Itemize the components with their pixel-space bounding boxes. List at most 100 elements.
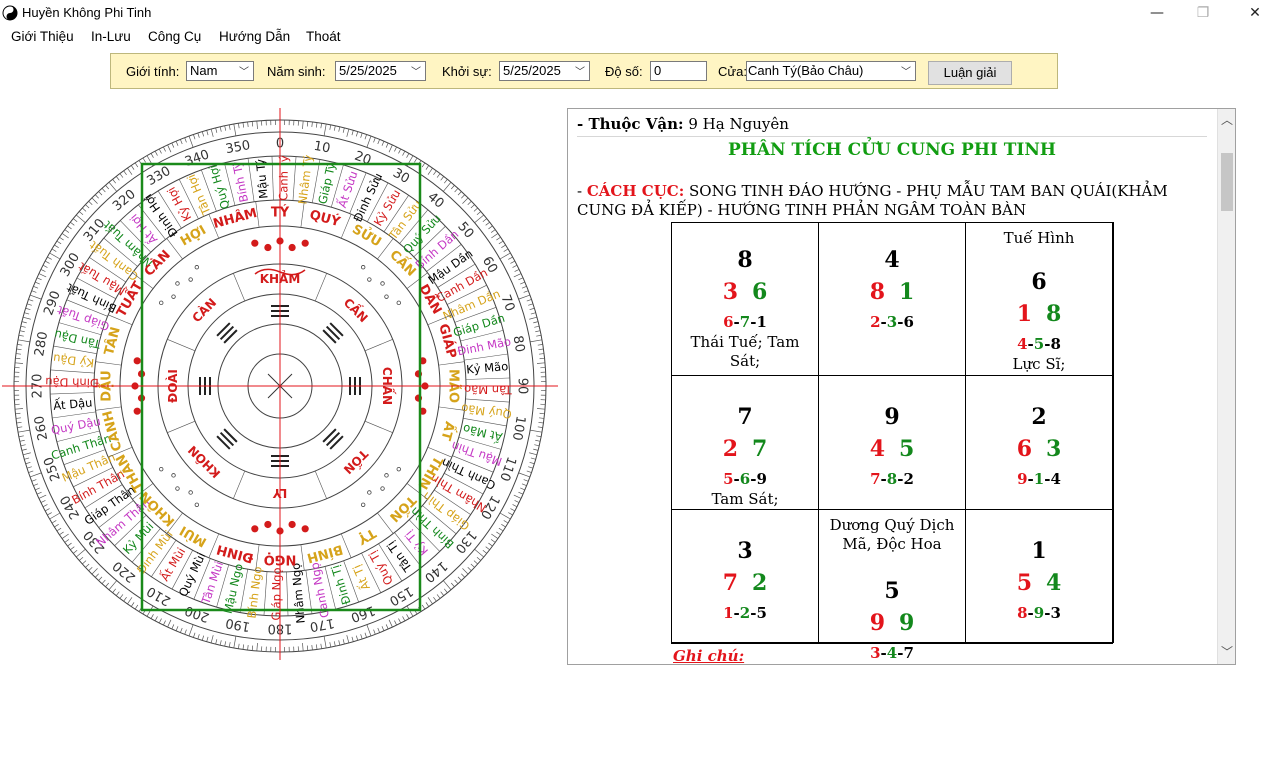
nine-palace-grid: 8 3 6 6-7-1 Thái Tuế; Tam Sát; 4 8 1 2-3-6 Tuế Hì… <box>671 222 1114 662</box>
annual-star-3: 1 <box>756 313 767 331</box>
birth-label: Năm sinh: <box>267 64 326 79</box>
mountain-star: 5 <box>1016 570 1032 596</box>
birth-date-picker[interactable]: 5/25/2025 ﹀ <box>335 61 426 81</box>
annual-star-2: 5 <box>1033 335 1045 353</box>
period-star: 7 <box>737 404 753 430</box>
water-star: 4 <box>1046 570 1062 596</box>
analysis-heading: PHÂN TÍCH CỬU CUNG PHI TINH <box>728 140 1056 160</box>
annual-stars: 4-5-8 <box>1017 335 1061 353</box>
menu-in-luu[interactable]: In-Lưu <box>91 29 131 44</box>
door-label: Cửa: <box>718 64 747 79</box>
analyze-button[interactable]: Luận giải <box>928 61 1012 85</box>
mountain-star: 9 <box>869 610 885 636</box>
door-value: Canh Tý(Bảo Châu) <box>748 63 864 78</box>
annual-star-2: 3 <box>886 313 898 331</box>
palace-top-note: Tuế Hình <box>1003 229 1075 247</box>
mountain-water-stars: 45 <box>819 436 965 462</box>
river-chart-dot <box>251 525 259 533</box>
mountain-star: 6 <box>1016 436 1032 462</box>
minimize-button[interactable]: — <box>1134 0 1180 26</box>
menu-bar: Giới Thiệu In-Lưu Công Cụ Hướng Dẫn Thoá… <box>0 27 1280 49</box>
annual-star-1: 3 <box>870 644 881 662</box>
menu-gioi-thieu[interactable]: Giới Thiệu <box>11 29 74 44</box>
mountain-star: 8 <box>869 279 885 305</box>
gender-select[interactable]: Nam ﹀ <box>186 61 254 81</box>
degree-label: Độ số: <box>605 64 643 79</box>
scroll-thumb[interactable] <box>1221 153 1233 211</box>
water-star: 7 <box>752 436 768 462</box>
annual-star-2: 1 <box>1033 470 1045 488</box>
water-star: 5 <box>899 436 915 462</box>
river-chart-dot <box>384 473 389 478</box>
divider <box>577 136 1207 137</box>
start-value: 5/25/2025 <box>503 63 561 78</box>
river-chart-dot <box>301 525 309 533</box>
river-chart-dot <box>175 486 180 491</box>
ghi-chu-label: Ghi chú: <box>673 647 745 665</box>
river-chart-dot <box>360 502 366 507</box>
palace-note: Tam Sát; <box>711 490 779 508</box>
annual-star-3: 8 <box>1050 335 1061 353</box>
palace-note: Thái Tuế; Tam Sát; <box>690 333 800 370</box>
annual-star-1: 6 <box>723 313 734 331</box>
analysis-panel[interactable]: - Thuộc Vận: 9 Hạ Nguyên PHÂN TÍCH CỬU C… <box>567 108 1236 665</box>
title-bar: Huyền Không Phi Tinh — ❐ ✕ <box>0 0 1280 26</box>
door-select[interactable]: Canh Tý(Bảo Châu) ﹀ <box>746 61 916 81</box>
maximize-button[interactable]: ❐ <box>1180 0 1226 26</box>
mountain-water-stars: 81 <box>819 279 965 305</box>
palace-cell: Dương Quý Dịch Mã, Độc Hoa 5 9 9 3-4-7 <box>818 509 966 662</box>
start-date-picker[interactable]: 5/25/2025 ﹀ <box>499 61 590 81</box>
sixty-jiazi-label: Giáp Ngọ <box>269 567 284 620</box>
palace-cell: 7 2 7 5-6-9 Tam Sát; <box>671 375 819 510</box>
annual-stars: 1-2-5 <box>723 604 767 622</box>
annual-star-1: 8 <box>1017 604 1028 622</box>
sixty-jiazi-label: Canh Tý <box>276 155 291 201</box>
water-star: 9 <box>899 610 915 636</box>
river-chart-dot <box>194 265 200 270</box>
cach-cuc-text: - CÁCH CỤC: SONG TINH ĐÁO HƯỚNG - PHỤ MẪ… <box>577 182 1209 220</box>
period-star: 8 <box>737 247 753 273</box>
scroll-down-icon[interactable]: ﹀ <box>1220 645 1234 659</box>
gender-label: Giới tính: <box>126 64 180 79</box>
annual-star-1: 5 <box>723 470 734 488</box>
degree-input[interactable]: 0 <box>650 61 707 81</box>
mountain-water-stars: 36 <box>672 279 818 305</box>
vertical-scrollbar[interactable]: ︿ ﹀ <box>1217 109 1235 664</box>
palace-cell: 4 8 1 2-3-6 <box>818 222 966 376</box>
annual-star-3: 5 <box>756 604 767 622</box>
menu-huong-dan[interactable]: Hướng Dẫn <box>219 29 290 44</box>
palace-cell: 2 6 3 9-1-4 <box>965 375 1113 510</box>
river-chart-dot <box>188 277 193 282</box>
yin-yang-icon <box>2 5 18 21</box>
period-star: 9 <box>884 404 900 430</box>
river-chart-dot <box>301 239 309 247</box>
river-chart-dot <box>133 407 141 415</box>
close-button[interactable]: ✕ <box>1232 0 1278 26</box>
annual-star-1: 7 <box>870 470 881 488</box>
mountain-water-stars: 18 <box>966 301 1112 327</box>
period-star: 5 <box>884 578 900 604</box>
mountain-star: 1 <box>1016 301 1032 327</box>
annual-stars: 6-7-1 <box>723 313 767 331</box>
annual-star-3: 3 <box>1050 604 1061 622</box>
annual-stars: 8-9-3 <box>1017 604 1061 622</box>
annual-star-2: 2 <box>739 604 751 622</box>
luo-pan-compass[interactable]: 0 102030405060708090100110120130140150160… <box>0 100 560 660</box>
menu-cong-cu[interactable]: Công Cụ <box>148 29 201 44</box>
birth-value: 5/25/2025 <box>339 63 397 78</box>
water-star: 6 <box>752 279 768 305</box>
annual-star-1: 9 <box>1017 470 1028 488</box>
mountain-water-stars: 27 <box>672 436 818 462</box>
annual-star-2: 9 <box>1033 604 1045 622</box>
river-chart-dot <box>288 243 296 252</box>
annual-star-3: 7 <box>903 644 914 662</box>
river-chart-dot <box>396 466 401 472</box>
palace-top-note: Dương Quý Dịch Mã, Độc Hoa <box>829 516 955 553</box>
menu-thoat[interactable]: Thoát <box>306 29 341 44</box>
annual-star-2: 6 <box>739 470 751 488</box>
river-chart-dot <box>133 357 141 365</box>
scroll-up-icon[interactable]: ︿ <box>1220 113 1234 127</box>
river-chart-dot <box>264 520 272 529</box>
period-star: 1 <box>1031 538 1047 564</box>
river-chart-dot <box>288 520 296 529</box>
